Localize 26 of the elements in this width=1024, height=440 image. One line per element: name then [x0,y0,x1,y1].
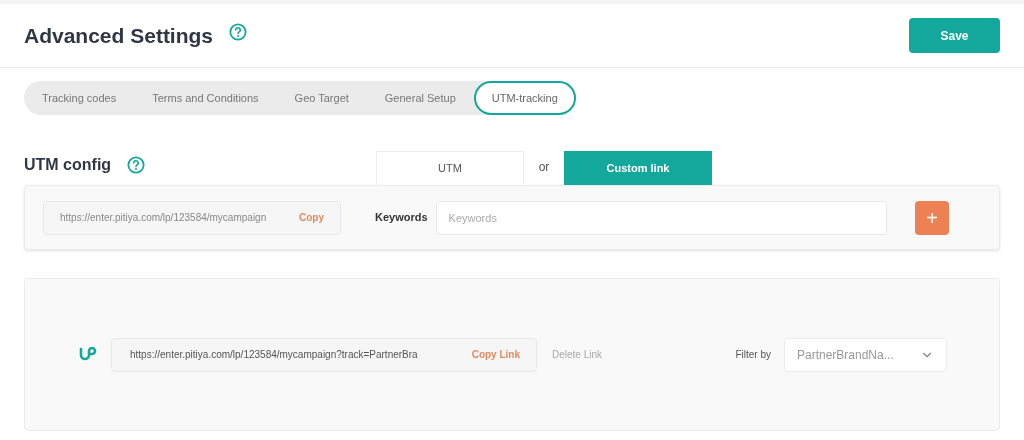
section-title: UTM config [24,155,112,175]
url-text: https://enter.pitiya.com/lp/123584/mycampaign [60,211,267,225]
or-label: or [537,159,551,176]
tab[interactable]: Tracking codes [24,81,135,115]
tab[interactable]: UTM-tracking [473,81,576,115]
copy-link[interactable]: Copy Link [471,347,520,362]
page-title: Advanced Settings [24,22,214,49]
link-text: https://enter.pitiya.com/lp/123584/mycampaign?track=PartnerBra [130,348,418,362]
mode-toggle[interactable]: Custom link [564,151,712,185]
help-icon[interactable] [229,22,248,41]
keywords-field[interactable]: Keywords [435,200,887,235]
logo-icon [79,346,97,363]
filter-label: Filter by [735,348,771,362]
add-button[interactable]: + [915,200,949,235]
filter-value: PartnerBrandNa... [797,346,894,364]
filter-dropdown[interactable]: PartnerBrandNa... [784,337,947,372]
url-field[interactable]: https://enter.pitiya.com/lp/123584/mycampaign Copy [43,200,341,235]
keywords-label: Keywords [375,210,428,226]
tab[interactable]: Terms and Conditions [134,81,277,115]
tab[interactable]: Geo Target [276,81,367,115]
mode-toggle[interactable]: UTM [376,151,524,185]
help-icon[interactable] [127,156,146,174]
tab[interactable]: General Setup [366,81,474,115]
link-field[interactable]: https://enter.pitiya.com/lp/123584/mycampaign?track=PartnerBra Copy Link [111,337,537,372]
save-button[interactable]: Save [909,18,1000,53]
copy-link[interactable]: Copy [299,210,324,225]
